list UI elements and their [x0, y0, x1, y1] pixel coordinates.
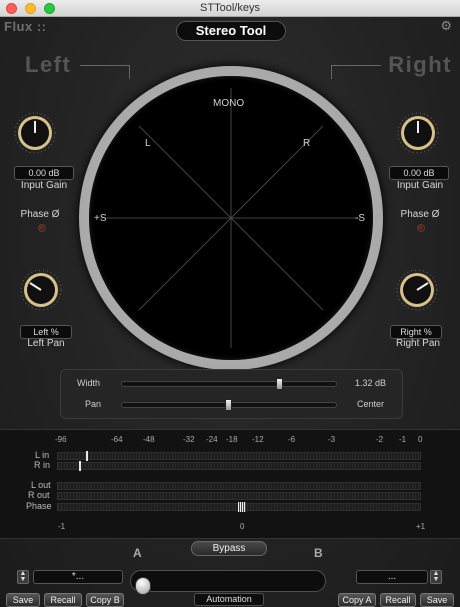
right-channel-label: Right [388, 52, 452, 77]
copy-a-button[interactable]: Copy A [338, 593, 376, 607]
right-phase-led[interactable] [417, 224, 425, 232]
plugin-title: Stereo Tool [176, 21, 286, 41]
width-pan-panel: Width 1.32 dB Pan Center [60, 369, 403, 419]
left-input-gain-knob[interactable] [12, 110, 58, 156]
gear-icon[interactable]: ⚙ [440, 18, 452, 34]
scope-r-label: R [303, 138, 311, 149]
preset-b-stepper[interactable]: ▲ ▼ [430, 570, 442, 584]
knob-icon [397, 112, 439, 154]
right-input-gain-caption: Input Gain [396, 180, 444, 191]
preset-a-label: A [133, 546, 142, 560]
phase-scale-label: +1 [416, 522, 426, 531]
level-meters: -96 -64 -48 -32 -24 -18 -12 -6 -3 -2 -1 … [0, 429, 460, 539]
r-in-label: R in [34, 460, 51, 470]
scope-plus-s-label: +S [94, 213, 107, 224]
right-input-gain-knob[interactable] [395, 110, 441, 156]
r-out-meter [57, 492, 421, 500]
automation-slider[interactable]: Automation [128, 566, 328, 607]
db-scale-label: -3 [328, 435, 336, 444]
left-input-gain-caption: Input Gain [20, 180, 68, 191]
db-scale-label: -2 [376, 435, 384, 444]
preset-b-label: B [314, 546, 323, 560]
pan-slider-thumb[interactable] [225, 399, 232, 411]
scope-l-label: L [145, 138, 151, 149]
l-in-level-mark [86, 451, 88, 461]
left-channel-label: Left [25, 52, 72, 77]
window-title: STTool/keys [200, 2, 260, 14]
db-scale-label: -24 [206, 435, 218, 444]
phase-correlation-mark [238, 502, 246, 512]
db-scale-label: -64 [111, 435, 123, 444]
recall-a-button[interactable]: Recall [44, 593, 82, 607]
automation-thumb[interactable] [135, 577, 151, 595]
db-scale-label: -96 [55, 435, 67, 444]
bypass-button[interactable]: Bypass [191, 541, 267, 556]
phase-meter-label: Phase [26, 501, 52, 511]
l-out-meter [57, 482, 421, 490]
width-label: Width [77, 378, 101, 388]
left-phase-caption: Phase Ø [20, 209, 60, 220]
scope-mono-label: MONO [213, 98, 245, 109]
db-scale-label: -18 [226, 435, 238, 444]
right-pan-value[interactable]: Right % [390, 325, 442, 339]
flux-logo: Flux :: [4, 19, 47, 34]
save-a-button[interactable]: Save [6, 593, 40, 607]
db-scale-label: -12 [252, 435, 264, 444]
left-pan-caption: Left Pan [27, 338, 65, 349]
r-in-level-mark [79, 461, 81, 471]
left-pan-knob[interactable] [18, 267, 64, 313]
phase-scale-label: -1 [58, 522, 66, 531]
l-in-meter [57, 452, 421, 460]
save-b-button[interactable]: Save [420, 593, 454, 607]
db-scale-label: -6 [288, 435, 296, 444]
width-slider[interactable] [121, 378, 337, 390]
right-phase-caption: Phase Ø [400, 209, 440, 220]
left-input-gain-value[interactable]: 0.00 dB [14, 166, 74, 180]
pan-slider[interactable] [121, 399, 337, 411]
right-pan-knob[interactable] [394, 267, 440, 313]
window-titlebar: STTool/keys [0, 0, 460, 17]
r-out-label: R out [28, 490, 50, 500]
db-scale-label: 0 [418, 435, 423, 444]
stereo-tool-plugin: Flux :: ⚙ Stereo Tool Left Right MONO L … [0, 17, 460, 607]
r-in-meter [57, 462, 421, 470]
pan-label: Pan [85, 399, 102, 409]
width-value[interactable]: 1.32 dB [355, 378, 386, 388]
left-pan-value[interactable]: Left % [20, 325, 72, 339]
scope-minus-s-label: -S [355, 213, 365, 224]
db-scale-label: -32 [183, 435, 195, 444]
width-slider-thumb[interactable] [276, 378, 284, 390]
automation-label: Automation [194, 593, 264, 606]
right-input-gain-value[interactable]: 0.00 dB [389, 166, 449, 180]
pan-value[interactable]: Center [357, 399, 384, 409]
db-scale-label: -48 [143, 435, 155, 444]
automation-track[interactable] [130, 570, 326, 595]
knob-icon [20, 269, 62, 311]
vectorscope: MONO L R +S -S [79, 66, 383, 370]
recall-b-button[interactable]: Recall [380, 593, 416, 607]
right-pan-caption: Right Pan [396, 338, 440, 349]
copy-b-button[interactable]: Copy B [86, 593, 124, 607]
phase-scale-label: 0 [240, 522, 245, 531]
l-out-label: L out [31, 480, 51, 490]
preset-b-field[interactable]: ... [356, 570, 428, 584]
left-phase-led[interactable] [38, 224, 46, 232]
preset-a-stepper[interactable]: ▲ ▼ [17, 570, 29, 584]
preset-a-field[interactable]: *... [33, 570, 123, 584]
vectorscope-display: MONO L R +S -S [89, 76, 373, 360]
vectorscope-grid [101, 88, 361, 348]
l-in-label: L in [35, 450, 50, 460]
knob-icon [396, 269, 438, 311]
knob-icon [14, 112, 56, 154]
db-scale-label: -1 [399, 435, 407, 444]
